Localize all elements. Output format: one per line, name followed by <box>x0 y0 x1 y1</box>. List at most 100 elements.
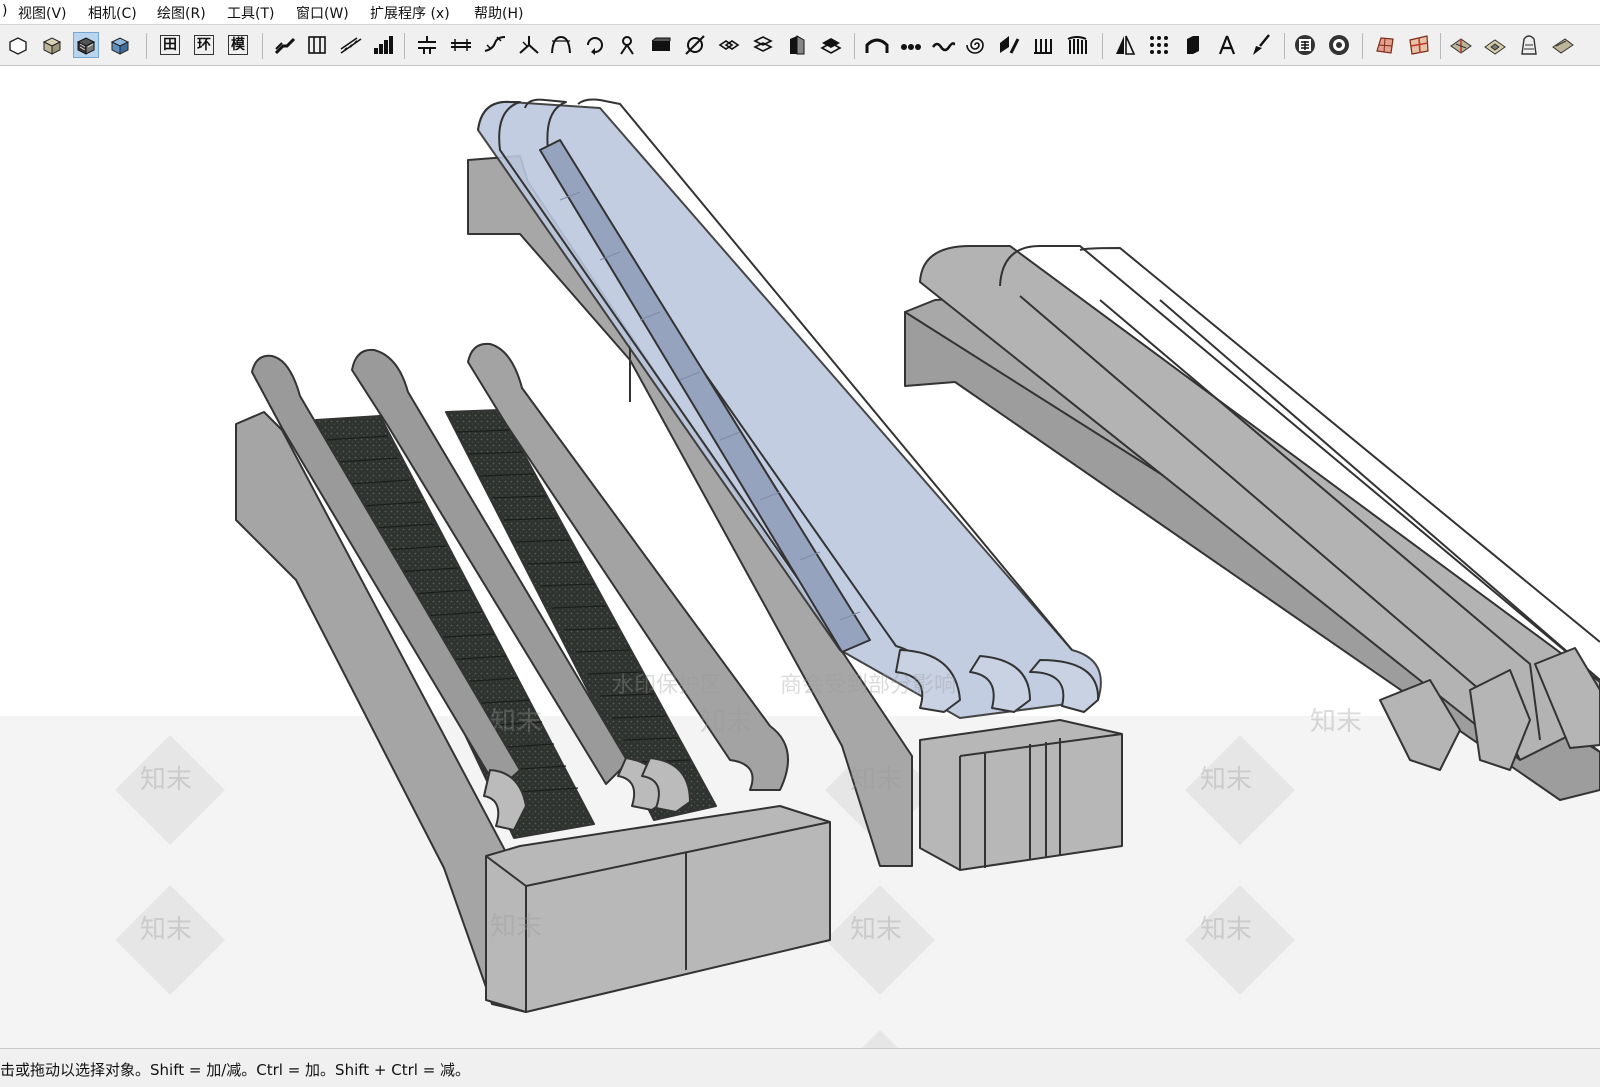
multi-box-tool-button[interactable] <box>716 32 742 58</box>
monochrome-style-button[interactable] <box>107 32 133 58</box>
svg-text:知末: 知末 <box>1200 915 1252 945</box>
shaded-style-icon <box>42 37 62 55</box>
building-tool-button[interactable] <box>784 32 810 58</box>
railing-tool-button[interactable] <box>304 32 330 58</box>
terrain-flip-tool-button[interactable] <box>1448 32 1474 58</box>
terrain-flip-icon <box>1450 38 1472 54</box>
layered-tiles-tool-button[interactable] <box>818 32 844 58</box>
monochrome-style-icon <box>110 37 130 55</box>
building-icon <box>790 35 805 55</box>
columns-tool-button[interactable] <box>1030 32 1056 58</box>
menu-item-view[interactable]: 视图(V) <box>18 3 67 23</box>
menu-item-window[interactable]: 窗口(W) <box>296 3 349 23</box>
spiral-icon <box>620 36 634 55</box>
model-viewport[interactable]: 水印保护区 商会受到部分影响 知末 知末 知末 知末 知末 知末 知末 知末 知… <box>0 66 1600 1048</box>
straight-stair-icon <box>340 37 362 54</box>
rotate-path-tool-button[interactable] <box>582 32 608 58</box>
model-icon: 模 <box>228 35 248 55</box>
brush-tool-button[interactable] <box>1248 32 1274 58</box>
terrain-drape-tool-button[interactable] <box>1516 32 1542 58</box>
bar-chart-icon <box>374 36 393 54</box>
wave-tool-button[interactable] <box>930 32 956 58</box>
terrain-grid-icon <box>1409 35 1429 55</box>
grid-icon: 田 <box>160 35 180 55</box>
slab-tool-button[interactable] <box>648 32 674 58</box>
menu-item-tools[interactable]: 工具(T) <box>227 3 274 23</box>
shaded-textured-style-button[interactable] <box>73 32 99 58</box>
toolbar-separator <box>146 33 147 59</box>
wave-icon <box>931 42 955 52</box>
svg-text:水印保护区: 水印保护区 <box>612 673 722 698</box>
svg-text:知末: 知末 <box>700 707 752 737</box>
model-badge-icon <box>1295 35 1315 55</box>
slab-icon <box>651 37 671 51</box>
escalator-scene: 水印保护区 商会受到部分影响 知末 知末 知末 知末 知末 知末 知末 知末 知… <box>0 98 1600 1048</box>
straight-stair-tool-button[interactable] <box>338 32 364 58</box>
svg-text:知末: 知末 <box>140 915 192 945</box>
menu-item-file-fragment[interactable]: ) <box>2 3 7 19</box>
status-bar: 击或拖动以选择对象。Shift = 加/减。Ctrl = 加。Shift + C… <box>0 1048 1600 1087</box>
ring-tool-button[interactable]: 环 <box>191 32 217 58</box>
toolbar-separator <box>262 33 263 59</box>
wireframe-style-button[interactable] <box>5 32 31 58</box>
rotate-path-icon <box>587 37 603 55</box>
wireframe-style-icon <box>9 37 27 55</box>
terrain-drape-icon <box>1521 35 1537 55</box>
camera-badge-icon <box>1329 35 1349 55</box>
stack-boxes-tool-button[interactable] <box>750 32 776 58</box>
colonnade-tool-button[interactable] <box>1064 32 1090 58</box>
compass-tool-button[interactable] <box>1214 32 1240 58</box>
multi-box-icon <box>718 40 740 50</box>
mirror-icon <box>1116 35 1136 55</box>
terrain-patch-tool-button[interactable] <box>1372 32 1398 58</box>
branch-road-tool-button[interactable] <box>516 32 542 58</box>
array-icon <box>1150 36 1168 54</box>
grid-tool-button[interactable]: 田 <box>157 32 183 58</box>
parallel-road-tool-button[interactable] <box>448 32 474 58</box>
camera-badge-button[interactable] <box>1326 32 1352 58</box>
menu-item-camera[interactable]: 相机(C) <box>88 3 137 23</box>
road-junction-tool-button[interactable] <box>414 32 440 58</box>
curve-road-tool-button[interactable] <box>482 32 508 58</box>
svg-text:知末: 知末 <box>140 765 192 795</box>
spiral-tool-button[interactable] <box>614 32 640 58</box>
terrain-grid-tool-button[interactable] <box>1406 32 1432 58</box>
menu-bar: ) 视图(V) 相机(C) 绘图(R) 工具(T) 窗口(W) 扩展程序 (x)… <box>0 0 1600 24</box>
compass-icon <box>1218 35 1236 55</box>
toolbar-separator <box>1102 33 1103 59</box>
path-node-tool-button[interactable] <box>682 32 708 58</box>
svg-text:知末: 知末 <box>850 765 902 795</box>
pen-surface-icon <box>1000 36 1020 54</box>
arch-icon <box>551 35 571 54</box>
svg-text:知末: 知末 <box>490 707 542 737</box>
terrain-stamp-tool-button[interactable] <box>1482 32 1508 58</box>
toolbar-separator <box>404 33 405 59</box>
menu-item-draw[interactable]: 绘图(R) <box>157 3 206 23</box>
array-tool-button[interactable] <box>1146 32 1172 58</box>
brush-icon <box>1253 34 1270 55</box>
svg-text:知末: 知末 <box>850 915 902 945</box>
terrain-smooth-tool-button[interactable] <box>1550 32 1576 58</box>
model-badge-button[interactable] <box>1292 32 1318 58</box>
svg-text:知末: 知末 <box>490 912 542 942</box>
pen-surface-tool-button[interactable] <box>996 32 1022 58</box>
arch-tool-button[interactable] <box>548 32 574 58</box>
colonnade-icon <box>1067 36 1087 54</box>
stair-ramp-icon <box>274 37 296 55</box>
bar-chart-tool-button[interactable] <box>370 32 396 58</box>
bridge-arch-tool-button[interactable] <box>864 32 890 58</box>
terrain-patch-icon <box>1376 37 1394 54</box>
mirror-tool-button[interactable] <box>1112 32 1138 58</box>
stair-ramp-tool-button[interactable] <box>272 32 298 58</box>
shaded-style-button[interactable] <box>39 32 65 58</box>
chain-tool-button[interactable] <box>898 32 924 58</box>
menu-item-extensions[interactable]: 扩展程序 (x) <box>370 3 450 23</box>
road-junction-icon <box>418 36 436 54</box>
spiral-curve-icon <box>966 38 984 54</box>
menu-item-help[interactable]: 帮助(H) <box>474 3 523 23</box>
model-tool-button[interactable]: 模 <box>225 32 251 58</box>
spiral-curve-tool-button[interactable] <box>964 32 990 58</box>
extrude-tool-button[interactable] <box>1180 32 1206 58</box>
svg-text:商会受到部分影响: 商会受到部分影响 <box>780 673 956 698</box>
terrain-smooth-icon <box>1552 38 1574 54</box>
